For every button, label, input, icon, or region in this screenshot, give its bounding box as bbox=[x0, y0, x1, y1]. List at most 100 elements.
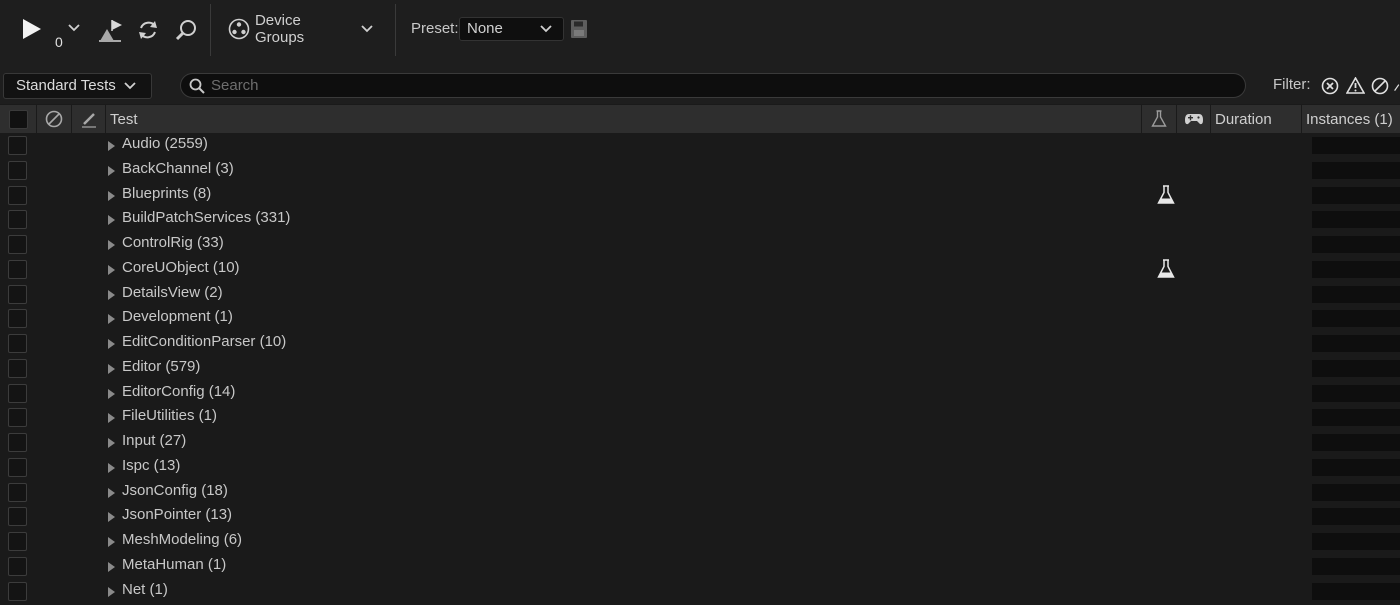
expand-arrow-icon[interactable] bbox=[108, 141, 115, 151]
play-icon bbox=[23, 19, 41, 39]
preset-dropdown[interactable]: None bbox=[459, 17, 564, 41]
expand-arrow-icon[interactable] bbox=[108, 413, 115, 424]
test-checkbox[interactable] bbox=[8, 259, 27, 279]
search-input[interactable] bbox=[211, 76, 1231, 95]
test-row[interactable]: Net (1) bbox=[0, 579, 1400, 604]
test-name: Development (1) bbox=[122, 308, 233, 326]
test-row[interactable]: CoreUObject (10) bbox=[0, 257, 1400, 282]
chevron-down-icon bbox=[68, 24, 80, 32]
instance-status-cell bbox=[1312, 260, 1400, 278]
expand-arrow-icon[interactable] bbox=[108, 289, 115, 300]
test-row[interactable]: MetaHuman (1) bbox=[0, 554, 1400, 579]
select-all-checkbox[interactable] bbox=[8, 109, 28, 129]
instances-column-header[interactable]: Instances (1) bbox=[1302, 105, 1400, 133]
test-type-dropdown[interactable]: Standard Tests bbox=[3, 73, 152, 99]
select-all-column[interactable] bbox=[0, 105, 37, 133]
instances-column-label: Instances (1) bbox=[1306, 110, 1393, 128]
refresh-icon bbox=[139, 21, 157, 39]
expand-arrow-icon[interactable] bbox=[108, 165, 115, 176]
test-name: CoreUObject (10) bbox=[122, 258, 240, 276]
find-workers-button[interactable] bbox=[172, 16, 200, 44]
flask-icon bbox=[1157, 259, 1175, 284]
test-row[interactable]: EditorConfig (14) bbox=[0, 381, 1400, 406]
expand-arrow-icon[interactable] bbox=[108, 438, 115, 448]
filter-developer-toggle[interactable] bbox=[1394, 79, 1400, 95]
filter-warnings-toggle[interactable] bbox=[1345, 76, 1365, 95]
test-checkbox[interactable] bbox=[8, 457, 27, 477]
test-checkbox[interactable] bbox=[8, 334, 27, 353]
expand-arrow-icon[interactable] bbox=[108, 363, 115, 374]
test-checkbox[interactable] bbox=[8, 358, 27, 378]
expand-arrow-icon[interactable] bbox=[108, 388, 115, 399]
expand-arrow-icon[interactable] bbox=[108, 512, 115, 523]
test-type-label: Standard Tests bbox=[16, 77, 116, 94]
test-row[interactable]: MeshModeling (6) bbox=[0, 529, 1400, 554]
test-row[interactable]: FileUtilities (1) bbox=[0, 405, 1400, 430]
test-checkbox[interactable] bbox=[8, 383, 27, 403]
game-column[interactable] bbox=[1177, 105, 1211, 133]
expand-arrow-icon[interactable] bbox=[108, 314, 115, 325]
test-checkbox[interactable] bbox=[8, 309, 27, 329]
run-level-test-button[interactable] bbox=[97, 16, 125, 44]
test-row[interactable]: Development (1) bbox=[0, 306, 1400, 331]
test-checkbox[interactable] bbox=[8, 433, 27, 452]
test-row[interactable]: ControlRig (33) bbox=[0, 232, 1400, 257]
filter-errors-toggle[interactable] bbox=[1320, 76, 1339, 95]
test-name: DetailsView (2) bbox=[122, 283, 223, 301]
expand-arrow-icon[interactable] bbox=[108, 586, 115, 597]
save-preset-button[interactable] bbox=[569, 19, 589, 39]
instance-status-cell bbox=[1312, 557, 1400, 575]
smoke-test-column[interactable] bbox=[1142, 105, 1177, 133]
test-row[interactable]: Audio (2559) bbox=[0, 133, 1400, 158]
expand-arrow-icon[interactable] bbox=[108, 487, 115, 498]
expand-arrow-icon[interactable] bbox=[108, 190, 115, 201]
chevron-down-icon bbox=[361, 25, 373, 33]
test-checkbox[interactable] bbox=[8, 408, 27, 428]
developer-column[interactable] bbox=[72, 105, 106, 133]
test-checkbox[interactable] bbox=[8, 507, 27, 527]
toolbar-separator bbox=[395, 4, 396, 56]
test-row[interactable]: JsonConfig (18) bbox=[0, 480, 1400, 505]
device-groups-button[interactable]: Device Groups bbox=[228, 12, 373, 46]
test-checkbox[interactable] bbox=[8, 210, 27, 230]
test-name: Input (27) bbox=[122, 432, 187, 449]
exclude-column[interactable] bbox=[37, 105, 72, 133]
test-row[interactable]: DetailsView (2) bbox=[0, 282, 1400, 307]
test-row[interactable]: JsonPointer (13) bbox=[0, 504, 1400, 529]
expand-arrow-icon[interactable] bbox=[108, 537, 115, 547]
test-checkbox[interactable] bbox=[8, 136, 27, 155]
test-checkbox[interactable] bbox=[8, 482, 27, 502]
test-checkbox[interactable] bbox=[8, 284, 27, 304]
test-column-header[interactable]: Test bbox=[106, 105, 1142, 133]
test-row[interactable]: BackChannel (3) bbox=[0, 158, 1400, 183]
filter-bar: Standard Tests Filter: bbox=[0, 66, 1400, 104]
test-checkbox[interactable] bbox=[8, 532, 27, 551]
test-checkbox[interactable] bbox=[8, 160, 27, 180]
duration-column-header[interactable]: Duration bbox=[1211, 105, 1302, 133]
chevron-down-icon bbox=[124, 82, 136, 90]
expand-arrow-icon[interactable] bbox=[108, 264, 115, 275]
expand-arrow-icon[interactable] bbox=[108, 240, 115, 250]
test-row[interactable]: Input (27) bbox=[0, 430, 1400, 455]
test-name: Editor (579) bbox=[122, 357, 201, 375]
test-row[interactable]: Editor (579) bbox=[0, 356, 1400, 381]
filter-excluded-toggle[interactable] bbox=[1370, 76, 1389, 95]
save-icon bbox=[571, 20, 587, 38]
refresh-tests-button[interactable] bbox=[134, 16, 162, 44]
expand-arrow-icon[interactable] bbox=[108, 339, 115, 349]
expand-arrow-icon[interactable] bbox=[108, 462, 115, 473]
test-name: FileUtilities (1) bbox=[122, 407, 218, 425]
test-checkbox[interactable] bbox=[8, 235, 27, 254]
run-tests-button[interactable] bbox=[18, 14, 46, 44]
expand-arrow-icon[interactable] bbox=[108, 561, 115, 572]
run-options-dropdown[interactable] bbox=[65, 20, 83, 36]
test-checkbox[interactable] bbox=[8, 581, 27, 601]
test-checkbox[interactable] bbox=[8, 556, 27, 576]
test-name: ControlRig (33) bbox=[122, 234, 224, 251]
test-checkbox[interactable] bbox=[8, 185, 27, 205]
test-row[interactable]: Blueprints (8) bbox=[0, 183, 1400, 208]
test-row[interactable]: Ispc (13) bbox=[0, 455, 1400, 480]
test-row[interactable]: EditConditionParser (10) bbox=[0, 331, 1400, 356]
test-row[interactable]: BuildPatchServices (331) bbox=[0, 207, 1400, 232]
expand-arrow-icon[interactable] bbox=[108, 215, 115, 226]
